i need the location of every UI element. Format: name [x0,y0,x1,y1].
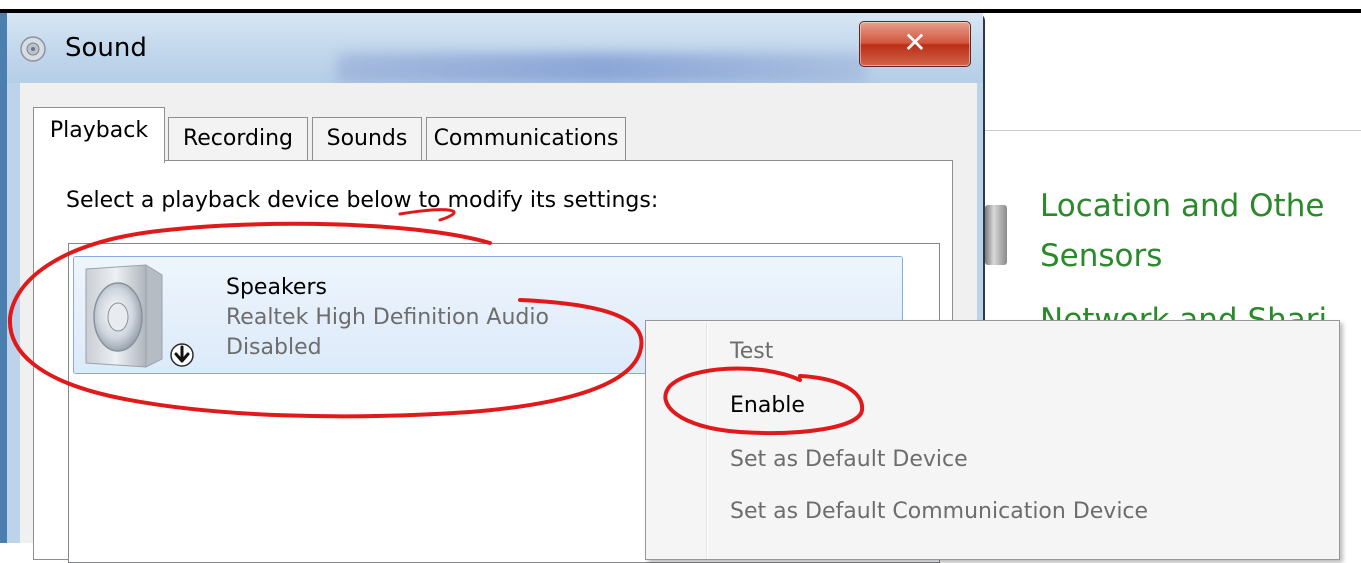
context-menu: Test Enable Set as Default Device Set as… [645,320,1340,560]
speaker-icon [85,264,194,368]
location-sensors-link-line1[interactable]: Location and Othe [1040,188,1324,224]
tab-playback[interactable]: Playback [33,107,165,163]
tab-communications[interactable]: Communications [426,117,626,161]
menu-item-set-default-communication[interactable]: Set as Default Communication Device [730,499,1148,524]
tab-recording[interactable]: Recording [168,117,308,161]
device-name: Speakers [226,275,327,300]
tab-sounds[interactable]: Sounds [312,117,422,161]
instruction-text: Select a playback device below to modify… [66,188,659,213]
close-button[interactable]: ✕ [859,21,971,67]
menu-item-set-default-device[interactable]: Set as Default Device [730,447,968,472]
network-sharing-link[interactable]: Network and Shari [1040,300,1361,322]
device-status: Disabled [226,335,322,360]
desktop-edge [0,13,7,543]
location-sensors-link-line2[interactable]: Sensors [1040,238,1162,274]
title-bar[interactable]: Sound ✕ [7,13,983,83]
menu-item-enable[interactable]: Enable [730,393,805,418]
menu-item-test[interactable]: Test [730,339,773,364]
device-driver: Realtek High Definition Audio [226,305,549,330]
sensor-icon [985,205,1007,265]
sound-icon [20,36,46,62]
blurred-background-title [337,53,867,83]
menu-gutter-highlight [707,323,708,559]
window-title: Sound [65,33,147,63]
network-sharing-link-text: Network and Shari [1040,302,1328,322]
control-panel-separator [985,130,1361,131]
